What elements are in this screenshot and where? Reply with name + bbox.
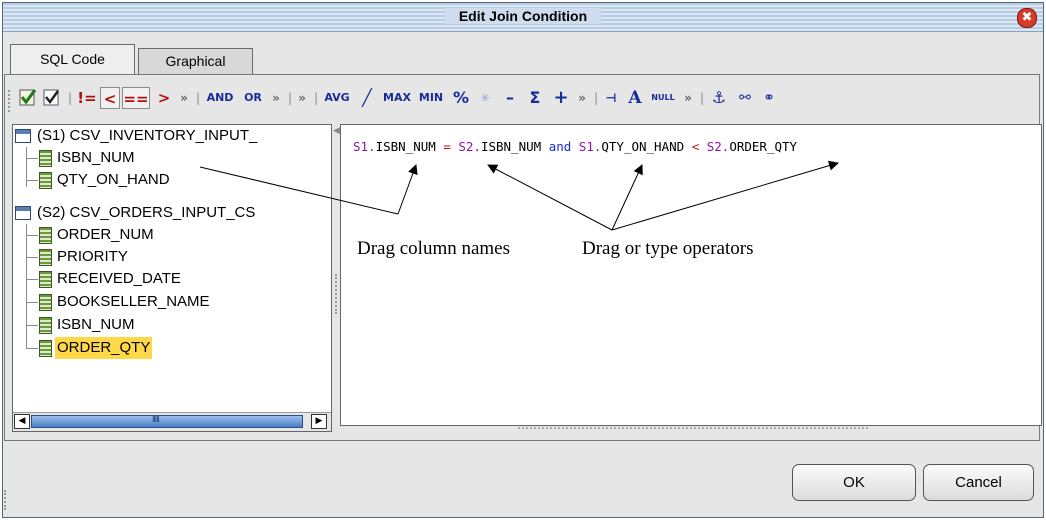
toolbar-separator: |: [313, 91, 319, 105]
scroll-right-icon[interactable]: ▶: [311, 414, 327, 429]
close-icon[interactable]: ✖: [1017, 8, 1037, 28]
cancel-button[interactable]: Cancel: [923, 464, 1034, 501]
column-icon: [39, 294, 52, 311]
tree-connector: [26, 302, 38, 303]
column-icon: [39, 271, 52, 288]
column-label: PRIORITY: [57, 248, 128, 265]
sql-token: S2.: [458, 139, 481, 154]
equals-operator-button[interactable]: ==: [122, 87, 150, 109]
column-label: ORDER_NUM: [57, 226, 154, 243]
max-function-button[interactable]: MAX: [380, 87, 414, 109]
sql-token: and: [548, 139, 579, 154]
and-operator-button[interactable]: AND: [202, 87, 238, 109]
toolbar-separator: |: [67, 91, 73, 105]
toolbar-separator: |: [699, 91, 705, 105]
tree-connector: [26, 325, 38, 326]
tab-graphical[interactable]: Graphical: [138, 48, 253, 74]
collapse-arrow-icon[interactable]: ◀: [333, 126, 340, 136]
tree-connector: [26, 147, 27, 187]
column-label: QTY_ON_HAND: [57, 171, 170, 188]
column-label: BOOKSELLER_NAME: [57, 293, 210, 310]
concat-icon[interactable]: ⊣: [600, 87, 622, 109]
scroll-left-icon[interactable]: ◀: [14, 414, 30, 429]
divide-slash-icon[interactable]: ╱: [356, 87, 378, 109]
sql-token: ORDER_QTY: [729, 139, 798, 154]
dialog-title-text: Edit Join Condition: [444, 8, 602, 24]
sql-token: S1.: [353, 139, 376, 154]
sql-token: QTY_ON_HAND: [601, 139, 692, 154]
or-operator-button[interactable]: OR: [240, 87, 266, 109]
not-equal-operator-button[interactable]: !=: [76, 87, 98, 109]
minus-operator-button[interactable]: –: [500, 87, 520, 109]
toolbar-separator: |: [195, 91, 201, 105]
link-icon[interactable]: ⚯: [734, 87, 756, 109]
column-icon: [39, 227, 52, 244]
dialog-title: Edit Join Condition: [3, 8, 1043, 24]
tree-horizontal-scrollbar[interactable]: ◀ ▶: [13, 412, 331, 431]
title-bar[interactable]: Edit Join Condition ✖: [3, 3, 1043, 32]
more-arithmetic-button[interactable]: »: [574, 87, 590, 109]
toolbar-separator: |: [287, 91, 293, 105]
tree-connector: [26, 158, 38, 159]
join-icon[interactable]: ⚭: [758, 87, 780, 109]
tree-node-label: (S1) CSV_INVENTORY_INPUT_: [37, 127, 258, 144]
operator-toolbar: | != < == > » | AND OR » | » | AVG ╱ MAX…: [6, 78, 1042, 114]
annotation-drag-columns: Drag column names: [357, 238, 511, 259]
plus-operator-button[interactable]: +: [550, 87, 572, 109]
column-icon: [39, 249, 52, 266]
validate-check-icon[interactable]: [18, 87, 38, 109]
sql-token: S1.: [578, 139, 602, 154]
min-function-button[interactable]: MIN: [416, 87, 446, 109]
tree-connector: [26, 180, 38, 181]
column-icon: [39, 172, 52, 189]
tree-connector: [26, 235, 38, 236]
column-icon: [39, 317, 52, 334]
column-icon: [39, 340, 52, 357]
tree-connector: [26, 224, 27, 348]
less-than-operator-button[interactable]: <: [100, 87, 120, 109]
toolbar-separator: |: [593, 91, 599, 105]
source-columns-tree[interactable]: (S1) CSV_INVENTORY_INPUT_ ISBN_NUM QTY_O…: [12, 124, 332, 432]
tree-connector: [26, 279, 38, 280]
table-icon: [15, 129, 31, 143]
annotation-drag-operators: Drag or type operators: [582, 238, 754, 259]
column-label-selected: ORDER_QTY: [55, 337, 153, 359]
scroll-thumb[interactable]: [31, 415, 303, 428]
more-misc-button[interactable]: »: [680, 87, 696, 109]
avg-function-button[interactable]: AVG: [320, 87, 354, 109]
sql-token: <: [691, 139, 707, 154]
null-button[interactable]: NULL: [648, 87, 678, 109]
sql-token: =: [443, 139, 459, 154]
greater-than-operator-button[interactable]: >: [154, 87, 174, 109]
column-icon: [39, 150, 52, 167]
sql-editor[interactable]: S1.ISBN_NUM = S2.ISBN_NUM and S1.QTY_ON_…: [340, 124, 1042, 426]
tree-node-label: (S2) CSV_ORDERS_INPUT_CS: [37, 204, 256, 221]
tree-connector: [26, 257, 38, 258]
table-icon: [15, 206, 31, 220]
split-pane-divider[interactable]: [332, 124, 340, 432]
tab-sql-code[interactable]: SQL Code: [10, 44, 135, 75]
more-comparison-button[interactable]: »: [176, 87, 192, 109]
more-logical-button[interactable]: »: [268, 87, 284, 109]
text-function-icon[interactable]: A: [624, 87, 646, 109]
sum-function-button[interactable]: Σ: [524, 87, 546, 109]
sql-token: ISBN_NUM: [375, 139, 444, 154]
column-label: RECEIVED_DATE: [57, 270, 181, 287]
sql-code-line: S1.ISBN_NUM = S2.ISBN_NUM and S1.QTY_ON_…: [353, 139, 797, 154]
column-label: ISBN_NUM: [57, 149, 135, 166]
apply-check-icon[interactable]: [42, 87, 62, 109]
more-functions-button[interactable]: »: [294, 87, 310, 109]
tree-connector: [26, 348, 38, 349]
sql-token: ISBN_NUM: [480, 139, 549, 154]
ok-button[interactable]: OK: [792, 464, 916, 501]
multiply-asterisk-icon[interactable]: ✳: [474, 87, 496, 109]
modulo-operator-button[interactable]: %: [450, 87, 472, 109]
sql-token: S2.: [706, 139, 730, 154]
anchor-icon[interactable]: ⚓: [708, 87, 730, 109]
resize-grip[interactable]: [4, 490, 12, 510]
resize-handle[interactable]: [518, 427, 868, 429]
column-label: ISBN_NUM: [57, 316, 135, 333]
